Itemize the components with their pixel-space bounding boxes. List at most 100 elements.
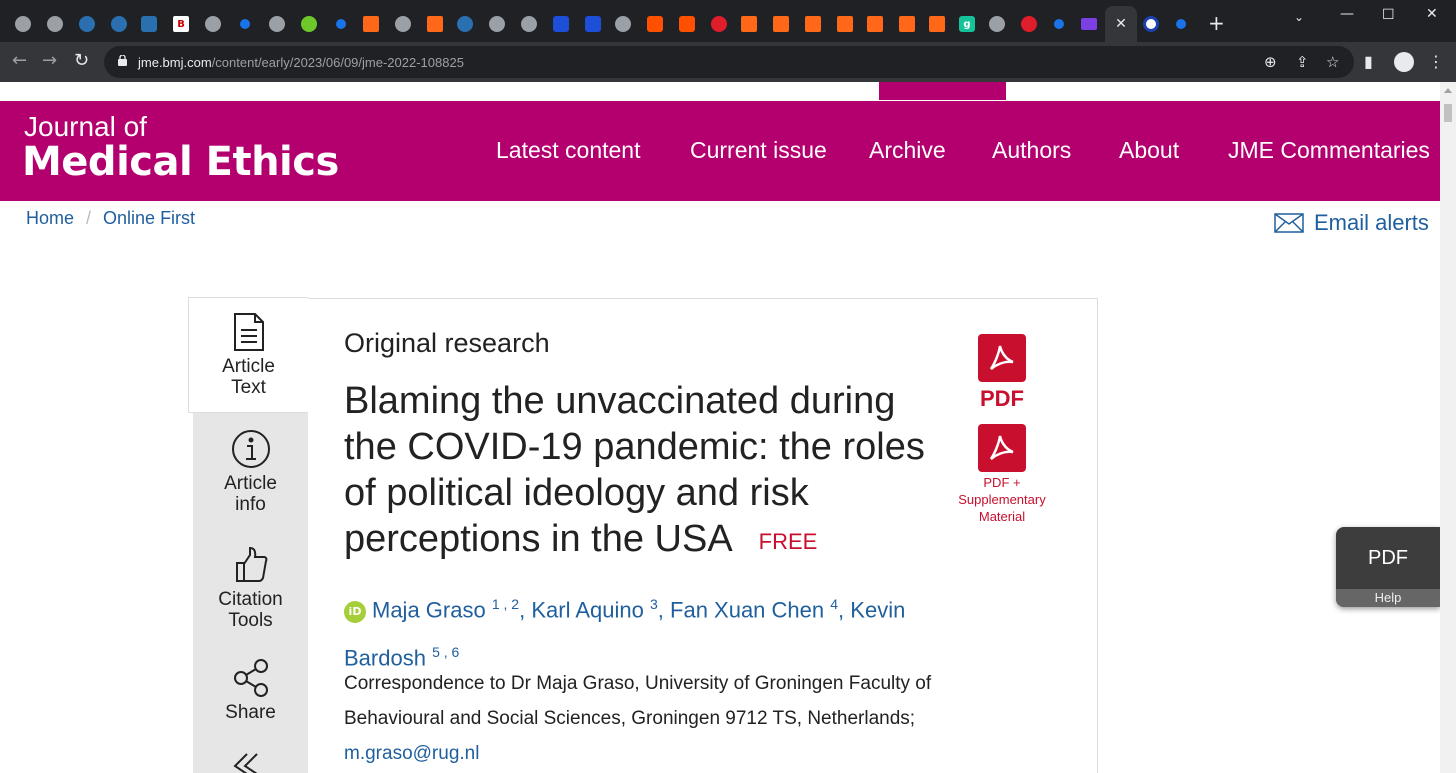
vertical-scrollbar[interactable] bbox=[1440, 82, 1456, 773]
sidenav-back[interactable] bbox=[193, 750, 308, 773]
tab-search[interactable] bbox=[1166, 9, 1196, 39]
close-icon[interactable]: ✕ bbox=[1115, 16, 1127, 32]
tab-globe[interactable] bbox=[608, 9, 638, 39]
nav-current-issue[interactable]: Current issue bbox=[690, 137, 827, 164]
tab-active[interactable]: ✕ bbox=[1105, 6, 1137, 42]
reload-icon[interactable]: ↻ bbox=[74, 50, 89, 71]
tab-search-dropdown-icon[interactable]: ⌄ bbox=[1294, 10, 1304, 24]
tab-bookmark[interactable] bbox=[798, 9, 828, 39]
tab-play[interactable] bbox=[294, 9, 324, 39]
nav-jme-commentaries[interactable]: JME Commentaries bbox=[1228, 137, 1430, 164]
affiliation-ref[interactable]: 5 , 6 bbox=[432, 644, 459, 660]
author-link[interactable]: Karl Aquino bbox=[531, 597, 644, 622]
tab-globe[interactable] bbox=[8, 9, 38, 39]
author-link[interactable]: Maja Graso bbox=[372, 597, 486, 622]
tab-podcast[interactable] bbox=[1014, 9, 1044, 39]
bookmark-icon bbox=[837, 16, 853, 32]
tab-bookmark[interactable] bbox=[420, 9, 450, 39]
window-close-icon[interactable]: ✕ bbox=[1426, 6, 1438, 22]
tab-globe[interactable] bbox=[514, 9, 544, 39]
bi-logo-icon: B bbox=[173, 16, 189, 32]
affiliation-ref[interactable]: 1 , 2 bbox=[492, 596, 519, 612]
nav-archive[interactable]: Archive bbox=[869, 137, 946, 164]
forward-icon[interactable]: → bbox=[42, 50, 57, 71]
nav-authors[interactable]: Authors bbox=[992, 137, 1071, 164]
tab-globe[interactable] bbox=[482, 9, 512, 39]
cube-icon bbox=[553, 16, 569, 32]
tab-shield[interactable] bbox=[72, 9, 102, 39]
tab-mail[interactable] bbox=[1074, 9, 1104, 39]
tab-shield[interactable] bbox=[672, 9, 702, 39]
affiliation-ref[interactable]: 3 bbox=[650, 596, 658, 612]
pdf-help-widget[interactable]: PDF Help bbox=[1336, 527, 1440, 607]
logo-medical-ethics[interactable]: Medical Ethics bbox=[22, 139, 339, 185]
tab-globe[interactable] bbox=[982, 9, 1012, 39]
scroll-thumb[interactable] bbox=[1444, 104, 1452, 122]
tab-circle[interactable] bbox=[1136, 9, 1166, 39]
email-alerts-label: Email alerts bbox=[1314, 210, 1429, 235]
sidenav-article-info[interactable]: Article info bbox=[193, 429, 308, 515]
shield-icon bbox=[79, 16, 95, 32]
maximize-icon[interactable]: ☐ bbox=[1382, 7, 1395, 23]
help-link[interactable]: Help bbox=[1336, 589, 1440, 607]
tab-search[interactable] bbox=[230, 9, 260, 39]
tab-shield[interactable] bbox=[104, 9, 134, 39]
tab-bi[interactable]: B bbox=[166, 9, 196, 39]
bookmark-icon bbox=[427, 16, 443, 32]
reply-arrow-icon bbox=[232, 753, 258, 773]
tab-bookmark[interactable] bbox=[922, 9, 952, 39]
tab-bookmark[interactable] bbox=[860, 9, 890, 39]
tab-bookmark[interactable] bbox=[892, 9, 922, 39]
scroll-up-icon[interactable] bbox=[1444, 88, 1452, 93]
tab-podcast[interactable] bbox=[704, 9, 734, 39]
sidenav-article-text[interactable]: Article Text bbox=[191, 312, 306, 398]
author-link[interactable]: Fan Xuan Chen bbox=[670, 597, 824, 622]
tab-shield[interactable] bbox=[640, 9, 670, 39]
nav-latest-content[interactable]: Latest content bbox=[496, 137, 641, 164]
correspondence-email[interactable]: m.graso@rug.nl bbox=[344, 743, 479, 764]
sidenav-citation-tools[interactable]: Citation Tools bbox=[193, 545, 308, 631]
tab-globe[interactable] bbox=[262, 9, 292, 39]
free-badge: FREE bbox=[758, 529, 818, 554]
tab-arrow[interactable] bbox=[134, 9, 164, 39]
pdf-supplementary-button[interactable]: PDF + Supplementary Material bbox=[950, 424, 1054, 525]
tab-search[interactable] bbox=[1044, 9, 1074, 39]
email-alerts-link[interactable]: Email alerts bbox=[1274, 210, 1429, 236]
bookmark-star-icon[interactable]: ☆ bbox=[1326, 53, 1339, 71]
tab-cube[interactable] bbox=[546, 9, 576, 39]
tab-globe[interactable] bbox=[40, 9, 70, 39]
tab-bookmark[interactable] bbox=[830, 9, 860, 39]
nav-about[interactable]: About bbox=[1119, 137, 1179, 164]
share-icon[interactable]: ⇪ bbox=[1296, 53, 1309, 71]
tab-bookmark[interactable] bbox=[356, 9, 386, 39]
zoom-icon[interactable]: ⊕ bbox=[1264, 53, 1277, 71]
tab-globe[interactable] bbox=[198, 9, 228, 39]
sidenav-share[interactable]: Share bbox=[193, 658, 308, 723]
side-panel-icon[interactable]: ▮ bbox=[1364, 52, 1373, 71]
tab-g[interactable]: g bbox=[952, 9, 982, 39]
tab-bookmark[interactable] bbox=[734, 9, 764, 39]
thumbs-up-icon bbox=[235, 546, 267, 582]
globe-icon bbox=[489, 16, 505, 32]
tab-globe[interactable] bbox=[388, 9, 418, 39]
globe-icon bbox=[395, 16, 411, 32]
tab-search[interactable] bbox=[326, 9, 356, 39]
circle-icon bbox=[1143, 16, 1159, 32]
tab-shield[interactable] bbox=[450, 9, 480, 39]
back-icon[interactable]: ← bbox=[12, 50, 27, 71]
breadcrumb-online-first[interactable]: Online First bbox=[103, 208, 195, 228]
minimize-icon[interactable]: — bbox=[1340, 6, 1354, 22]
breadcrumb-home[interactable]: Home bbox=[26, 208, 74, 228]
acrobat-icon bbox=[978, 424, 1026, 472]
tab-cube[interactable] bbox=[578, 9, 608, 39]
orcid-icon[interactable]: iD bbox=[344, 601, 366, 624]
bookmark-icon bbox=[929, 16, 945, 32]
menu-icon[interactable]: ⋮ bbox=[1428, 52, 1444, 71]
avatar[interactable] bbox=[1394, 52, 1414, 72]
affiliation-ref[interactable]: 4 bbox=[830, 596, 838, 612]
new-tab-button[interactable]: + bbox=[1208, 11, 1225, 35]
tab-bookmark[interactable] bbox=[766, 9, 796, 39]
bookmark-icon bbox=[773, 16, 789, 32]
address-bar[interactable]: jme.bmj.com/content/early/2023/06/09/jme… bbox=[104, 46, 1354, 78]
pdf-download-button[interactable]: PDF bbox=[970, 334, 1034, 412]
